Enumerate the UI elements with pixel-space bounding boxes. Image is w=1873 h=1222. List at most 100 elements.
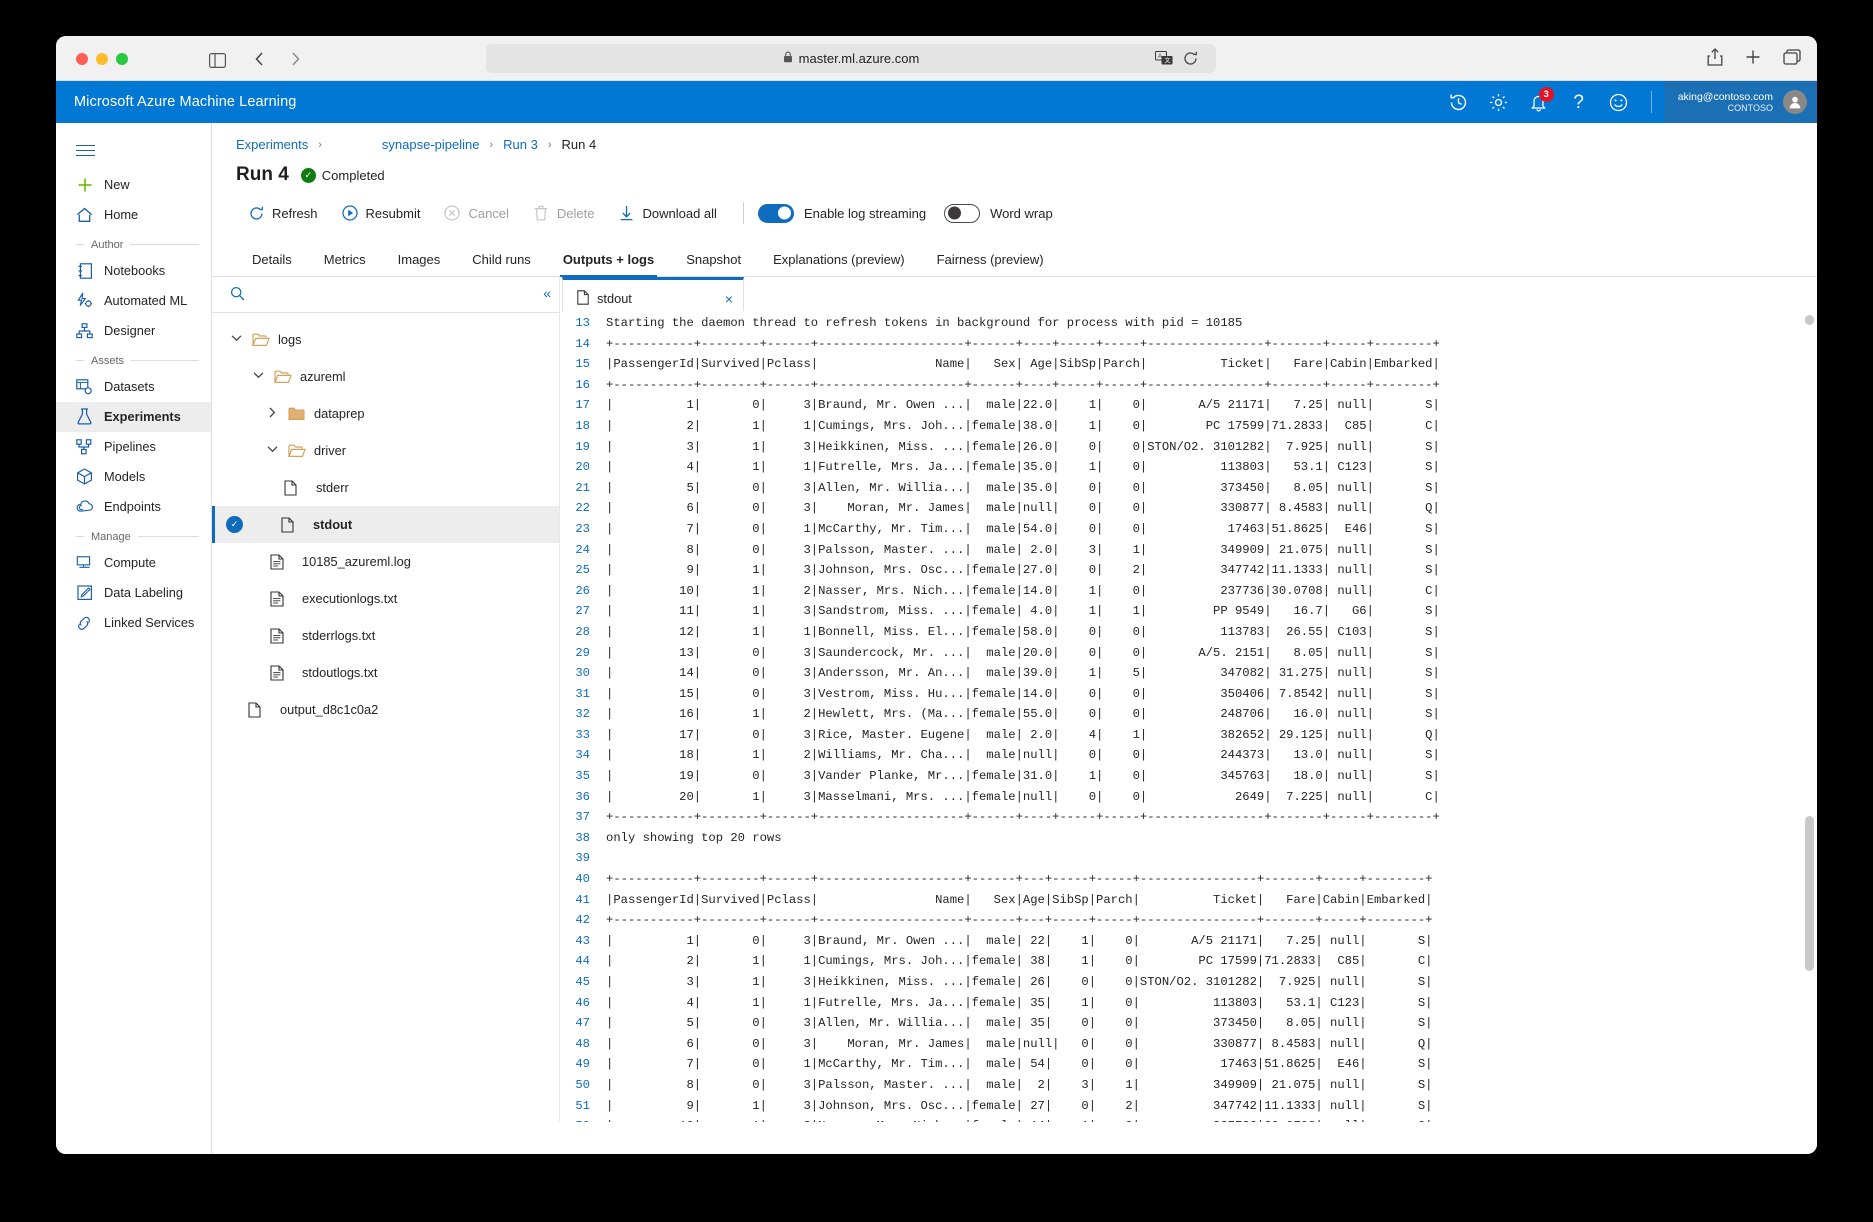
chevron-right-icon[interactable] [264, 407, 280, 421]
notebook-icon [76, 262, 93, 279]
sidebar-item-endpoints[interactable]: Endpoints [56, 492, 211, 522]
tab-metrics[interactable]: Metrics [308, 244, 382, 276]
sidebar-item-datasets[interactable]: Datasets [56, 372, 211, 402]
word-wrap-toggle[interactable] [944, 204, 980, 223]
log-content-area[interactable]: 13Starting the daemon thread to refresh … [560, 311, 1817, 1122]
sidebar-item-automated-ml[interactable]: Automated ML [56, 286, 211, 316]
chevron-down-icon[interactable] [228, 334, 244, 345]
tree-item-azureml-log[interactable]: 10185_azureml.log [212, 543, 559, 580]
log-line-text: +-----------+--------+------+-----------… [606, 869, 1432, 890]
translate-icon[interactable]: A文 [1155, 51, 1173, 69]
avatar[interactable] [1783, 90, 1807, 114]
search-input[interactable] [255, 287, 549, 303]
breadcrumb-item-experiments[interactable]: Experiments [236, 137, 308, 152]
refresh-button[interactable]: Refresh [236, 200, 330, 226]
log-line-text: only showing top 20 rows [606, 828, 782, 849]
tree-item-label: dataprep [314, 406, 365, 421]
log-line-number: 51 [560, 1096, 606, 1117]
browser-back-button[interactable] [248, 48, 270, 70]
run-tabs: Details Metrics Images Child runs Output… [212, 244, 1817, 277]
tree-item-driver[interactable]: driver [212, 432, 559, 469]
gear-icon[interactable] [1479, 81, 1519, 123]
log-line-number: 28 [560, 622, 606, 643]
browser-forward-button[interactable] [284, 48, 306, 70]
log-line-number: 42 [560, 910, 606, 931]
log-line: 29| 13| 0| 3|Saundercock, Mr. ...| male|… [560, 643, 1817, 664]
sidebar-item-data-labeling[interactable]: Data Labeling [56, 578, 211, 608]
enable-log-streaming-toggle[interactable] [758, 204, 794, 223]
tab-details[interactable]: Details [236, 244, 308, 276]
tabs-overview-icon[interactable] [1783, 49, 1801, 70]
log-line-text: | 20| 1| 3|Masselmani, Mrs. ...|female|n… [606, 787, 1440, 808]
log-line-text: +-----------+--------+------+-----------… [606, 375, 1440, 396]
chevron-down-icon[interactable] [264, 445, 280, 456]
reload-icon[interactable] [1183, 51, 1198, 69]
automated-ml-icon [76, 292, 93, 309]
share-icon[interactable] [1707, 48, 1723, 71]
sidebar-item-pipelines[interactable]: Pipelines [56, 432, 211, 462]
tab-fairness[interactable]: Fairness (preview) [921, 244, 1060, 276]
tree-item-logs[interactable]: logs [212, 321, 559, 358]
breadcrumb-item-pipeline[interactable]: synapse-pipeline [382, 137, 480, 152]
history-icon[interactable] [1439, 81, 1479, 123]
hamburger-icon[interactable] [56, 131, 211, 170]
log-scrollbar-thumb-top[interactable] [1805, 315, 1814, 325]
maximize-window-button[interactable] [116, 53, 128, 65]
tab-snapshot[interactable]: Snapshot [670, 244, 757, 276]
log-line: 39 [560, 848, 1817, 869]
account-button[interactable]: aking@contoso.com CONTOSO [1664, 81, 1817, 123]
sidebar-item-linked-services[interactable]: Linked Services [56, 608, 211, 638]
log-line: 43| 1| 0| 3|Braund, Mr. Owen ...| male| … [560, 931, 1817, 952]
download-all-button[interactable]: Download all [607, 200, 729, 226]
sidebar-item-home[interactable]: Home [56, 200, 211, 230]
help-icon[interactable]: ? [1559, 81, 1599, 123]
new-tab-icon[interactable] [1745, 49, 1761, 70]
log-line-number: 15 [560, 354, 606, 375]
minimize-window-button[interactable] [96, 53, 108, 65]
tree-item-output[interactable]: output_d8c1c0a2 [212, 691, 559, 728]
tree-item-executionlogs[interactable]: executionlogs.txt [212, 580, 559, 617]
log-line: 19| 3| 1| 3|Heikkinen, Miss. ...|female|… [560, 437, 1817, 458]
breadcrumb-item-run4: Run 4 [562, 137, 597, 152]
tree-item-azureml[interactable]: azureml [212, 358, 559, 395]
notification-badge: 3 [1539, 87, 1554, 102]
sidebar-item-models[interactable]: Models [56, 462, 211, 492]
log-line: 17| 1| 0| 3|Braund, Mr. Owen ...| male|2… [560, 395, 1817, 416]
breadcrumb-item-run3[interactable]: Run 3 [503, 137, 538, 152]
tab-images[interactable]: Images [382, 244, 457, 276]
sidebar-item-notebooks[interactable]: Notebooks [56, 256, 211, 286]
tab-outputs-logs[interactable]: Outputs + logs [547, 244, 670, 276]
close-icon[interactable]: × [725, 291, 733, 307]
log-scrollbar-thumb[interactable] [1805, 816, 1814, 971]
log-line-text: | 3| 1| 3|Heikkinen, Miss. ...|female| 2… [606, 972, 1432, 993]
resubmit-button[interactable]: Resubmit [330, 200, 433, 226]
sidebar-item-new[interactable]: New [56, 170, 211, 200]
tab-explanations[interactable]: Explanations (preview) [757, 244, 921, 276]
file-blank-icon [284, 480, 302, 496]
log-line: 26| 10| 1| 2|Nasser, Mrs. Nich...|female… [560, 581, 1817, 602]
address-bar[interactable]: master.ml.azure.com A文 [486, 44, 1216, 73]
chevron-down-icon[interactable] [250, 371, 266, 382]
tree-item-dataprep[interactable]: dataprep [212, 395, 559, 432]
window-traffic-lights[interactable] [76, 53, 128, 65]
log-line-text: | 4| 1| 1|Futrelle, Mrs. Ja...|female| 3… [606, 993, 1432, 1014]
tree-item-stdout[interactable]: ✓ stdout [212, 506, 559, 543]
log-line: 40+-----------+--------+------+---------… [560, 869, 1817, 890]
collapse-pane-icon[interactable]: « [543, 285, 551, 301]
bell-icon[interactable]: 3 [1519, 81, 1559, 123]
log-line: 14+-----------+--------+------+---------… [560, 334, 1817, 355]
feedback-smiley-icon[interactable] [1599, 81, 1639, 123]
tree-item-stderr[interactable]: stderr [212, 469, 559, 506]
sidebar-item-compute[interactable]: Compute [56, 548, 211, 578]
tree-item-stdoutlogs[interactable]: stdoutlogs.txt [212, 654, 559, 691]
svg-text:文: 文 [1165, 57, 1171, 65]
tab-child-runs[interactable]: Child runs [456, 244, 547, 276]
close-window-button[interactable] [76, 53, 88, 65]
tree-item-stderrlogs[interactable]: stderrlogs.txt [212, 617, 559, 654]
designer-icon [76, 322, 93, 339]
sidebar-item-designer[interactable]: Designer [56, 316, 211, 346]
sidebar-item-label: Compute [104, 555, 156, 570]
log-line-text: | 2| 1| 1|Cumings, Mrs. Joh...|female|38… [606, 416, 1440, 437]
sidebar-item-experiments[interactable]: Experiments [56, 402, 211, 432]
sidebar-toggle-icon[interactable] [206, 49, 228, 71]
